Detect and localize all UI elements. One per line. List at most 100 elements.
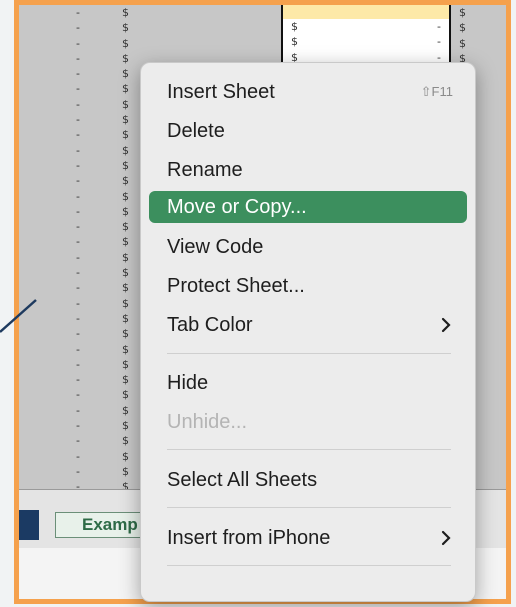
dash-cell[interactable]: - (76, 265, 90, 280)
dollar-cell[interactable]: $ (122, 479, 136, 489)
table-row[interactable]: $ - (291, 34, 441, 49)
menu-separator (167, 353, 451, 354)
dollar-cell[interactable]: $ (122, 143, 136, 158)
dollar-cell[interactable]: $ (122, 127, 136, 142)
dash-cell[interactable]: - (76, 357, 90, 372)
currency-symbol: $ (291, 20, 298, 33)
menu-item-delete[interactable]: Delete (149, 115, 467, 147)
dollar-cell[interactable]: $ (122, 387, 136, 402)
menu-item-select-all-sheets[interactable]: Select All Sheets (149, 464, 467, 496)
right-cell[interactable]: $ (459, 20, 473, 35)
menu-item-protect-sheet[interactable]: Protect Sheet... (149, 270, 467, 302)
dash-cell[interactable]: - (76, 51, 90, 66)
dollar-cell[interactable]: $ (122, 464, 136, 479)
dash-cell[interactable]: - (76, 5, 90, 20)
dash-cell[interactable]: - (76, 158, 90, 173)
sheet-tab-context-menu: Insert Sheet ⇧F11 Delete Rename Move or … (140, 62, 476, 602)
dollar-cell[interactable]: $ (122, 433, 136, 448)
dollar-cell[interactable]: $ (122, 66, 136, 81)
dollar-cell[interactable]: $ (122, 173, 136, 188)
dollar-cell[interactable]: $ (122, 418, 136, 433)
dash-cell[interactable]: - (76, 479, 90, 489)
dash-cell[interactable]: - (76, 143, 90, 158)
menu-item-label: Hide (167, 371, 209, 394)
dollar-cell[interactable]: $ (122, 265, 136, 280)
menu-separator (167, 507, 451, 508)
menu-separator (167, 449, 451, 450)
dash-cell[interactable]: - (76, 66, 90, 81)
dollar-cell[interactable]: $ (122, 280, 136, 295)
dollar-cell[interactable]: $ (122, 234, 136, 249)
dollar-cell[interactable]: $ (122, 357, 136, 372)
cell-value: - (437, 35, 441, 49)
dash-cell[interactable]: - (76, 311, 90, 326)
table-row[interactable]: $ - (291, 19, 441, 34)
dash-cell[interactable]: - (76, 326, 90, 341)
dash-cell[interactable]: - (76, 296, 90, 311)
dollar-cell[interactable]: $ (122, 219, 136, 234)
menu-item-unhide: Unhide... (149, 406, 467, 438)
cell-value: - (437, 20, 441, 33)
dollar-cell[interactable]: $ (122, 311, 136, 326)
menu-item-view-code[interactable]: View Code (149, 231, 467, 263)
dash-cell[interactable]: - (76, 387, 90, 402)
dash-column: -------------------------------- (76, 5, 90, 489)
menu-item-move-or-copy[interactable]: Move or Copy... (149, 191, 467, 223)
dollar-column: $$$$$$$$$$$$$$$$$$$$$$$$$$$$$$$$$ (122, 5, 136, 489)
menu-item-hide[interactable]: Hide (149, 367, 467, 399)
shortcut-label: ⇧F11 (420, 84, 453, 99)
dash-cell[interactable]: - (76, 464, 90, 479)
currency-symbol: $ (291, 35, 298, 49)
sheet-tab-dark[interactable] (19, 510, 39, 540)
dollar-cell[interactable]: $ (122, 204, 136, 219)
dollar-cell[interactable]: $ (122, 372, 136, 387)
dash-cell[interactable]: - (76, 418, 90, 433)
dollar-cell[interactable]: $ (122, 36, 136, 51)
dollar-cell[interactable]: $ (122, 326, 136, 341)
dash-cell[interactable]: - (76, 280, 90, 295)
dollar-cell[interactable]: $ (122, 112, 136, 127)
dash-cell[interactable]: - (76, 250, 90, 265)
dash-cell[interactable]: - (76, 36, 90, 51)
dollar-cell[interactable]: $ (122, 5, 136, 20)
dash-cell[interactable]: - (76, 127, 90, 142)
menu-item-insert-from-iphone[interactable]: Insert from iPhone (149, 522, 467, 554)
dash-cell[interactable]: - (76, 204, 90, 219)
dollar-cell[interactable]: $ (122, 20, 136, 35)
dash-cell[interactable]: - (76, 81, 90, 96)
menu-item-rename[interactable]: Rename (149, 154, 467, 186)
dollar-cell[interactable]: $ (122, 250, 136, 265)
dash-cell[interactable]: - (76, 449, 90, 464)
dollar-cell[interactable]: $ (122, 403, 136, 418)
menu-item-label: Select All Sheets (167, 468, 318, 491)
dollar-cell[interactable]: $ (122, 81, 136, 96)
dollar-cell[interactable]: $ (122, 97, 136, 112)
dollar-cell[interactable]: $ (122, 296, 136, 311)
menu-item-label: View Code (167, 235, 264, 258)
menu-item-insert-sheet[interactable]: Insert Sheet ⇧F11 (149, 76, 467, 108)
menu-item-label: Insert from iPhone (167, 526, 331, 549)
dash-cell[interactable]: - (76, 433, 90, 448)
callout-line-icon (0, 299, 37, 333)
dash-cell[interactable]: - (76, 189, 90, 204)
dash-cell[interactable]: - (76, 97, 90, 112)
dash-cell[interactable]: - (76, 403, 90, 418)
dollar-cell[interactable]: $ (122, 449, 136, 464)
dash-cell[interactable]: - (76, 372, 90, 387)
right-cell[interactable]: $ (459, 36, 473, 51)
right-cell[interactable]: $ (459, 5, 473, 20)
menu-item-tab-color[interactable]: Tab Color (149, 309, 467, 341)
dollar-cell[interactable]: $ (122, 342, 136, 357)
dash-cell[interactable]: - (76, 342, 90, 357)
chevron-right-icon (441, 309, 451, 341)
menu-item-label: Protect Sheet... (167, 274, 305, 297)
menu-item-label: Move or Copy... (167, 195, 307, 218)
dollar-cell[interactable]: $ (122, 51, 136, 66)
dash-cell[interactable]: - (76, 219, 90, 234)
dash-cell[interactable]: - (76, 112, 90, 127)
dollar-cell[interactable]: $ (122, 189, 136, 204)
dash-cell[interactable]: - (76, 173, 90, 188)
dash-cell[interactable]: - (76, 20, 90, 35)
dash-cell[interactable]: - (76, 234, 90, 249)
dollar-cell[interactable]: $ (122, 158, 136, 173)
